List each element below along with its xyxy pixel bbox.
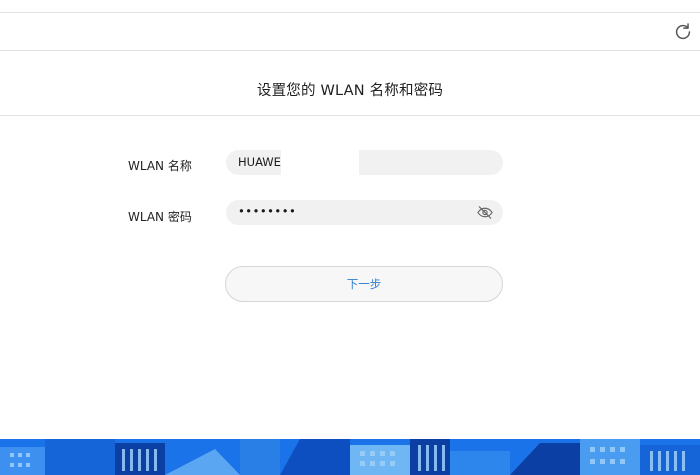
redaction-block (281, 150, 359, 175)
wlan-password-value: •••••••• (238, 204, 297, 218)
top-strip (0, 0, 700, 13)
city-illustration (0, 439, 700, 475)
refresh-icon[interactable] (672, 21, 694, 43)
wlan-password-input[interactable]: •••••••• (226, 200, 503, 225)
title-bar: 设置您的 WLAN 名称和密码 (0, 51, 700, 116)
wlan-name-label: WLAN 名称 (128, 159, 192, 173)
wlan-password-label: WLAN 密码 (128, 210, 192, 224)
footer-banner (0, 439, 700, 475)
toolbar (0, 13, 700, 51)
wlan-name-input[interactable]: HUAWEI (226, 150, 503, 175)
wlan-name-value: HUAWEI (238, 155, 285, 169)
next-step-button[interactable]: 下一步 (225, 266, 503, 302)
eye-hidden-icon[interactable] (476, 204, 494, 221)
page-title: 设置您的 WLAN 名称和密码 (256, 83, 444, 99)
